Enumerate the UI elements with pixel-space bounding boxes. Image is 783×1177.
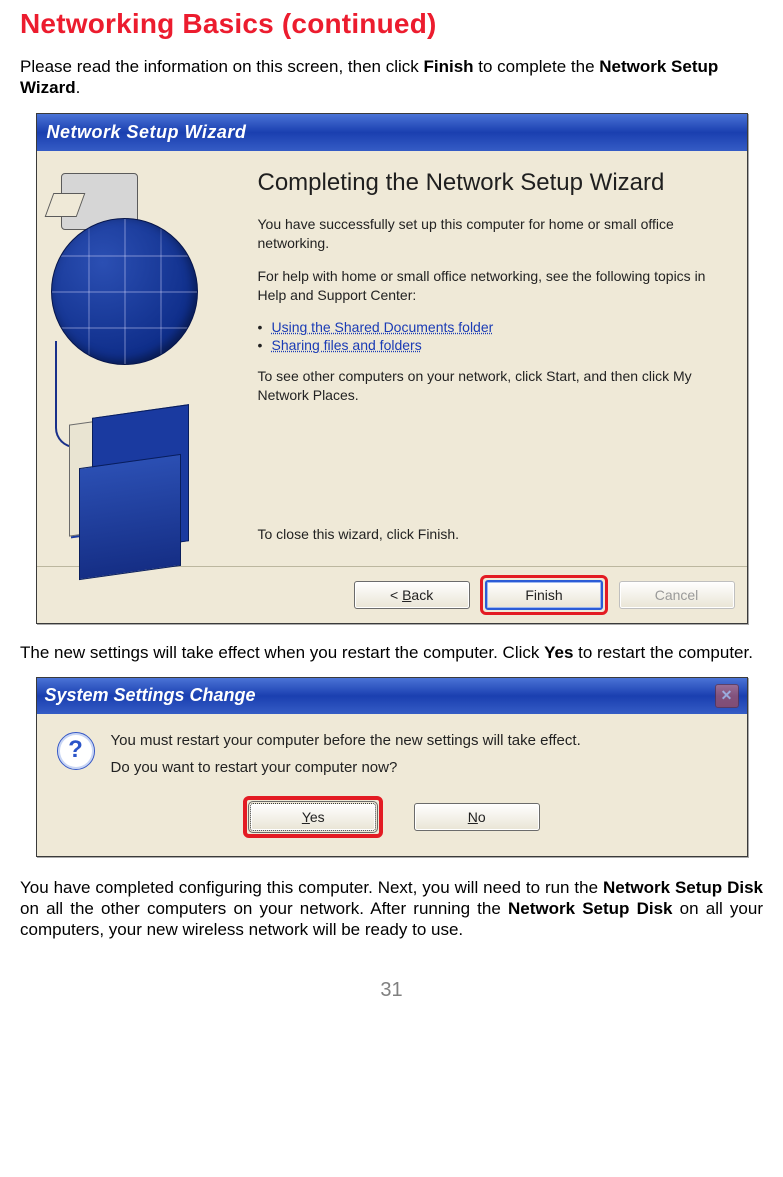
link-sharing-files[interactable]: Sharing files and folders	[272, 337, 422, 353]
dialog-line1: You must restart your computer before th…	[111, 732, 581, 749]
mid-after: to restart the computer.	[573, 643, 753, 662]
yes-button[interactable]: Yes	[250, 803, 376, 831]
wizard-body: Completing the Network Setup Wizard You …	[37, 151, 747, 566]
yes-highlight: Yes	[243, 796, 383, 838]
dialog-title-text: System Settings Change	[45, 685, 256, 706]
intro-end: .	[76, 78, 81, 97]
dialog-body: ? You must restart your computer before …	[37, 714, 747, 792]
no-button[interactable]: No	[414, 803, 540, 831]
no-rest: o	[478, 809, 486, 825]
yes-accelerator: Y	[302, 809, 310, 825]
folder-front-icon	[79, 453, 181, 579]
closing-b2: Network Setup Disk	[508, 899, 673, 918]
system-settings-change-dialog: System Settings Change ✕ ? You must rest…	[36, 677, 748, 857]
intro-paragraph: Please read the information on this scre…	[20, 56, 763, 99]
wizard-heading: Completing the Network Setup Wizard	[258, 169, 727, 198]
closing-b1: Network Setup Disk	[603, 878, 763, 897]
question-icon: ?	[57, 732, 95, 770]
dialog-text: You must restart your computer before th…	[111, 732, 581, 786]
yes-rest: es	[310, 809, 325, 825]
wizard-p1: You have successfully set up this comput…	[258, 215, 727, 253]
wizard-footer: < Back Finish Cancel	[37, 566, 747, 623]
back-rest: ack	[411, 587, 433, 603]
mid-paragraph: The new settings will take effect when y…	[20, 642, 763, 663]
wizard-p3: To see other computers on your network, …	[258, 367, 727, 405]
intro-mid: to complete the	[474, 57, 600, 76]
intro-bold-finish: Finish	[424, 57, 474, 76]
finish-highlight: Finish	[480, 575, 608, 615]
page-title: Networking Basics (continued)	[20, 8, 763, 40]
dialog-line2: Do you want to restart your computer now…	[111, 759, 581, 776]
link-shared-documents[interactable]: Using the Shared Documents folder	[272, 319, 494, 335]
wizard-link-list: Using the Shared Documents folder Sharin…	[258, 319, 727, 353]
closing-paragraph: You have completed configuring this comp…	[20, 877, 763, 941]
dialog-footer: Yes No	[37, 792, 747, 856]
back-prefix: <	[390, 587, 402, 603]
closing-t1: You have completed configuring this comp…	[20, 878, 603, 897]
cancel-button: Cancel	[619, 581, 735, 609]
intro-text: Please read the information on this scre…	[20, 57, 424, 76]
wizard-main: Completing the Network Setup Wizard You …	[248, 151, 747, 566]
back-button[interactable]: < Back	[354, 581, 470, 609]
mid-before: The new settings will take effect when y…	[20, 643, 544, 662]
mid-bold-yes: Yes	[544, 643, 573, 662]
page-number: 31	[20, 979, 763, 1002]
back-accelerator: B	[402, 587, 411, 603]
no-accelerator: N	[468, 809, 478, 825]
closing-t2: on all the other computers on your netwo…	[20, 899, 508, 918]
wizard-titlebar[interactable]: Network Setup Wizard	[37, 114, 747, 151]
finish-button[interactable]: Finish	[485, 580, 603, 610]
close-icon[interactable]: ✕	[715, 684, 739, 708]
network-setup-wizard-window: Network Setup Wizard Completing	[36, 113, 748, 624]
dialog-titlebar[interactable]: System Settings Change ✕	[37, 678, 747, 714]
wizard-p2: For help with home or small office netwo…	[258, 267, 727, 305]
wizard-sidebar-graphic	[37, 151, 248, 566]
wizard-close-hint: To close this wizard, click Finish.	[258, 525, 727, 544]
